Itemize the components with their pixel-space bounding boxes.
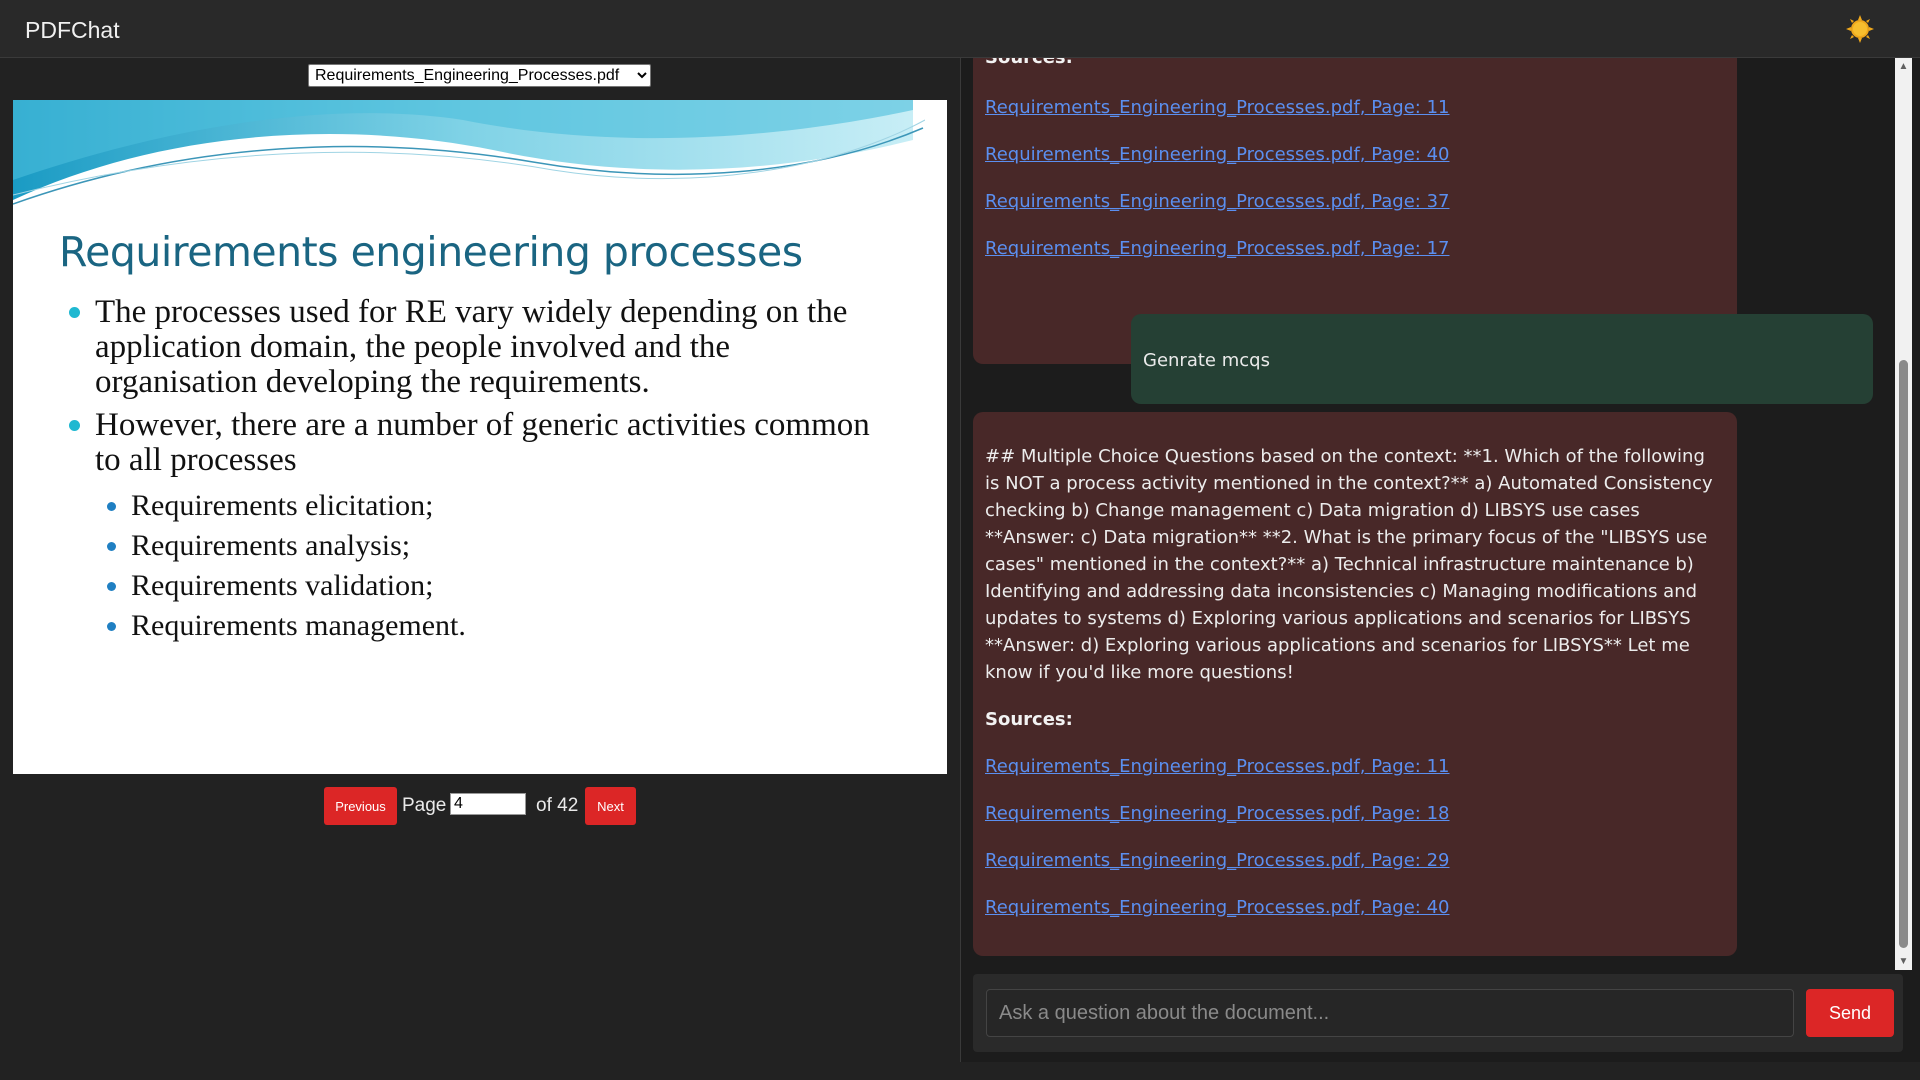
source-link[interactable]: Requirements_Engineering_Processes.pdf, … <box>985 897 1450 944</box>
next-page-button[interactable]: Next <box>585 787 636 825</box>
chat-input-bar: Send <box>973 974 1903 1052</box>
slide-bullet: The processes used for RE vary widely de… <box>59 295 899 400</box>
source-link[interactable]: Requirements_Engineering_Processes.pdf, … <box>985 97 1450 144</box>
slide-sub-bullet: Requirements validation; <box>59 566 899 606</box>
slide-sub-bullet-text: Requirements validation; <box>131 569 434 602</box>
slide-bullet: However, there are a number of generic a… <box>59 408 899 478</box>
send-button[interactable]: Send <box>1806 989 1894 1037</box>
chat-scrollbar[interactable]: ▲ ▼ <box>1895 58 1912 970</box>
source-link[interactable]: Requirements_Engineering_Processes.pdf, … <box>985 756 1450 803</box>
pdf-viewer-pane: Requirements_Engineering_Processes.pdf R… <box>0 58 960 1080</box>
page-total-label: of 42 <box>536 795 579 816</box>
page-navigation: Previous Page of 42 Next <box>0 787 960 827</box>
chat-pane: Sources: Requirements_Engineering_Proces… <box>961 58 1920 1062</box>
ai-message-text: ## Multiple Choice Questions based on th… <box>985 446 1713 683</box>
bullet-dot-icon <box>69 307 80 318</box>
source-link[interactable]: Requirements_Engineering_Processes.pdf, … <box>985 238 1450 285</box>
pdf-file-select[interactable]: Requirements_Engineering_Processes.pdf <box>308 64 651 87</box>
theme-toggle-button[interactable] <box>1844 13 1876 45</box>
source-link[interactable]: Requirements_Engineering_Processes.pdf, … <box>985 191 1450 238</box>
app-title: PDFChat <box>25 17 120 43</box>
page-label: Page <box>402 795 447 816</box>
sun-icon <box>1846 15 1874 43</box>
slide-title: Requirements engineering processes <box>59 228 803 276</box>
source-list: Requirements_Engineering_Processes.pdf, … <box>985 756 1450 944</box>
previous-page-button[interactable]: Previous <box>324 787 397 825</box>
slide-sub-bullet: Requirements elicitation; <box>59 486 899 526</box>
slide-sub-bullet-text: Requirements elicitation; <box>131 489 434 522</box>
source-link[interactable]: Requirements_Engineering_Processes.pdf, … <box>985 803 1450 850</box>
slide-header-waves <box>13 100 947 210</box>
scrollbar-thumb[interactable] <box>1899 360 1908 948</box>
slide-sub-bullet-text: Requirements analysis; <box>131 529 411 562</box>
sources-label: Sources: <box>985 709 1073 730</box>
scroll-down-arrow-icon[interactable]: ▼ <box>1895 953 1912 970</box>
question-input[interactable] <box>986 989 1794 1037</box>
page-number-input[interactable] <box>450 793 526 815</box>
slide-sub-bullet-text: Requirements management. <box>131 609 466 642</box>
slide-sub-bullet: Requirements analysis; <box>59 526 899 566</box>
bullet-dot-icon <box>107 542 116 551</box>
bullet-dot-icon <box>107 582 116 591</box>
top-bar: PDFChat <box>0 0 1920 58</box>
chat-messages[interactable]: Sources: Requirements_Engineering_Proces… <box>961 58 1895 970</box>
bullet-dot-icon <box>69 420 80 431</box>
source-list: Requirements_Engineering_Processes.pdf, … <box>985 97 1450 285</box>
source-link[interactable]: Requirements_Engineering_Processes.pdf, … <box>985 144 1450 191</box>
scroll-up-arrow-icon[interactable]: ▲ <box>1895 58 1912 75</box>
slide-sub-bullet: Requirements management. <box>59 606 899 646</box>
slide-bullet-text: The processes used for RE vary widely de… <box>95 294 848 400</box>
sources-label: Sources: <box>985 58 1073 68</box>
slide-body: The processes used for RE vary widely de… <box>59 295 899 646</box>
user-message-text: Genrate mcqs <box>1143 350 1270 371</box>
user-message: Genrate mcqs <box>1131 314 1873 404</box>
bullet-dot-icon <box>107 622 116 631</box>
slide-bullet-text: However, there are a number of generic a… <box>95 407 870 478</box>
pdf-page: Requirements engineering processes The p… <box>13 100 947 774</box>
bullet-dot-icon <box>107 502 116 511</box>
ai-message: ## Multiple Choice Questions based on th… <box>973 412 1737 956</box>
source-link[interactable]: Requirements_Engineering_Processes.pdf, … <box>985 850 1450 897</box>
